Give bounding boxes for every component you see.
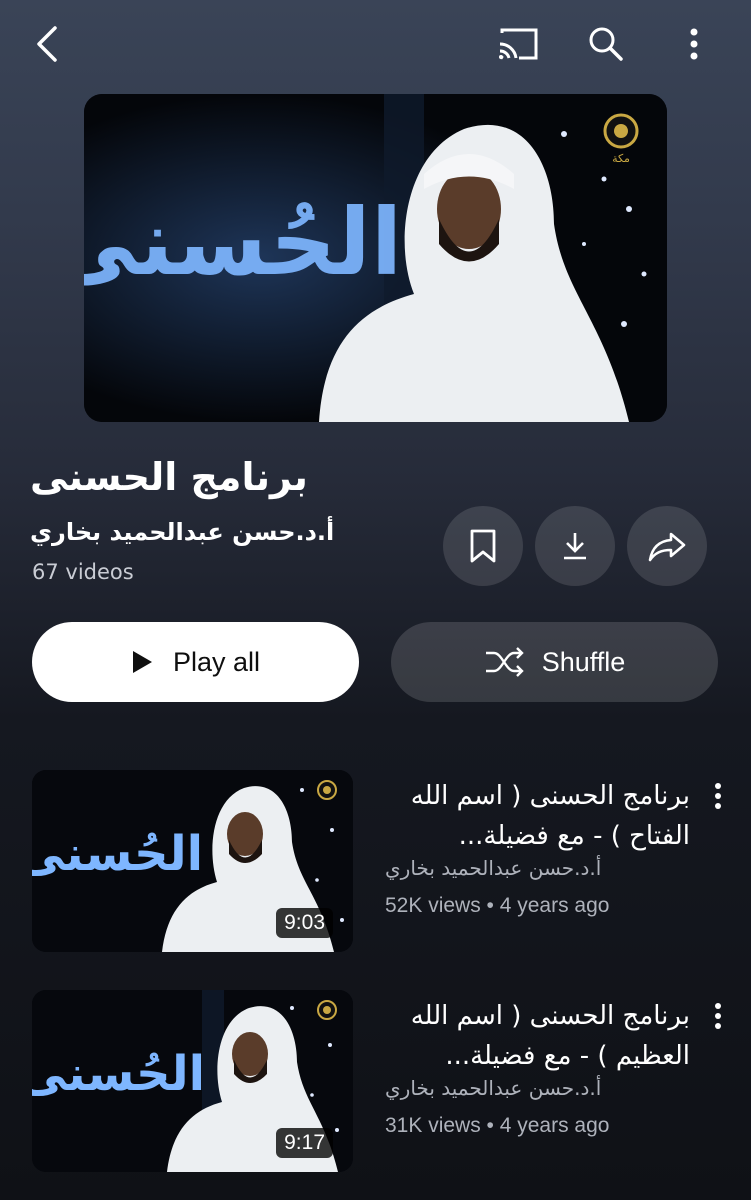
more-vertical-icon[interactable] xyxy=(704,778,732,814)
video-thumbnail[interactable]: الحُسنى 9:17 xyxy=(32,990,353,1172)
more-vertical-icon[interactable] xyxy=(672,22,716,66)
video-title[interactable]: برنامج الحسنى ( اسم الله العظيم ) - مع ف… xyxy=(385,996,690,1076)
playlist-thumbnail[interactable]: مكة الحُسنى xyxy=(84,94,667,422)
channel-name[interactable]: أ.د.حسن عبدالحميد بخاري xyxy=(30,518,390,546)
play-icon xyxy=(132,651,152,673)
save-playlist-button[interactable] xyxy=(443,506,523,586)
shuffle-button[interactable]: Shuffle xyxy=(391,622,718,702)
more-vertical-icon[interactable] xyxy=(704,998,732,1034)
video-title[interactable]: برنامج الحسنى ( اسم الله الفتاح ) - مع ف… xyxy=(385,776,690,856)
thumbnail-calligraphy: الحُسنى xyxy=(84,189,402,296)
video-meta: 52K views • 4 years ago xyxy=(385,894,610,917)
play-all-button[interactable]: Play all xyxy=(32,622,359,702)
bookmark-icon xyxy=(470,529,496,563)
svg-text:مكة: مكة xyxy=(612,152,630,165)
top-bar xyxy=(0,0,751,90)
back-icon[interactable] xyxy=(26,22,70,66)
share-button[interactable] xyxy=(627,506,707,586)
video-meta: 31K views • 4 years ago xyxy=(385,1114,610,1137)
thumbnail-artwork: مكة الحُسنى xyxy=(84,94,667,422)
search-icon[interactable] xyxy=(584,22,628,66)
video-channel: أ.د.حسن عبدالحميد بخاري xyxy=(385,856,602,880)
video-count: 67 videos xyxy=(32,560,134,584)
list-item[interactable]: الحُسنى 9:03 برنامج الحسنى ( اسم الله ال… xyxy=(32,770,732,952)
play-all-label: Play all xyxy=(172,646,261,677)
video-channel: أ.د.حسن عبدالحميد بخاري xyxy=(385,1076,602,1100)
list-item[interactable]: الحُسنى 9:17 برنامج الحسنى ( اسم الله ال… xyxy=(32,990,732,1172)
thumbnail-calligraphy: الحُسنى xyxy=(32,826,203,882)
thumbnail-calligraphy: الحُسنى xyxy=(32,1046,205,1102)
cast-icon[interactable] xyxy=(496,22,540,66)
playlist-title: برنامج الحسنى xyxy=(30,455,308,499)
duration-badge: 9:03 xyxy=(276,908,333,938)
download-icon xyxy=(564,533,586,560)
shuffle-label: Shuffle xyxy=(541,646,626,677)
duration-badge: 9:17 xyxy=(276,1128,333,1158)
share-icon xyxy=(648,532,686,562)
shuffle-icon xyxy=(485,647,524,677)
download-button[interactable] xyxy=(535,506,615,586)
video-thumbnail[interactable]: الحُسنى 9:03 xyxy=(32,770,353,952)
